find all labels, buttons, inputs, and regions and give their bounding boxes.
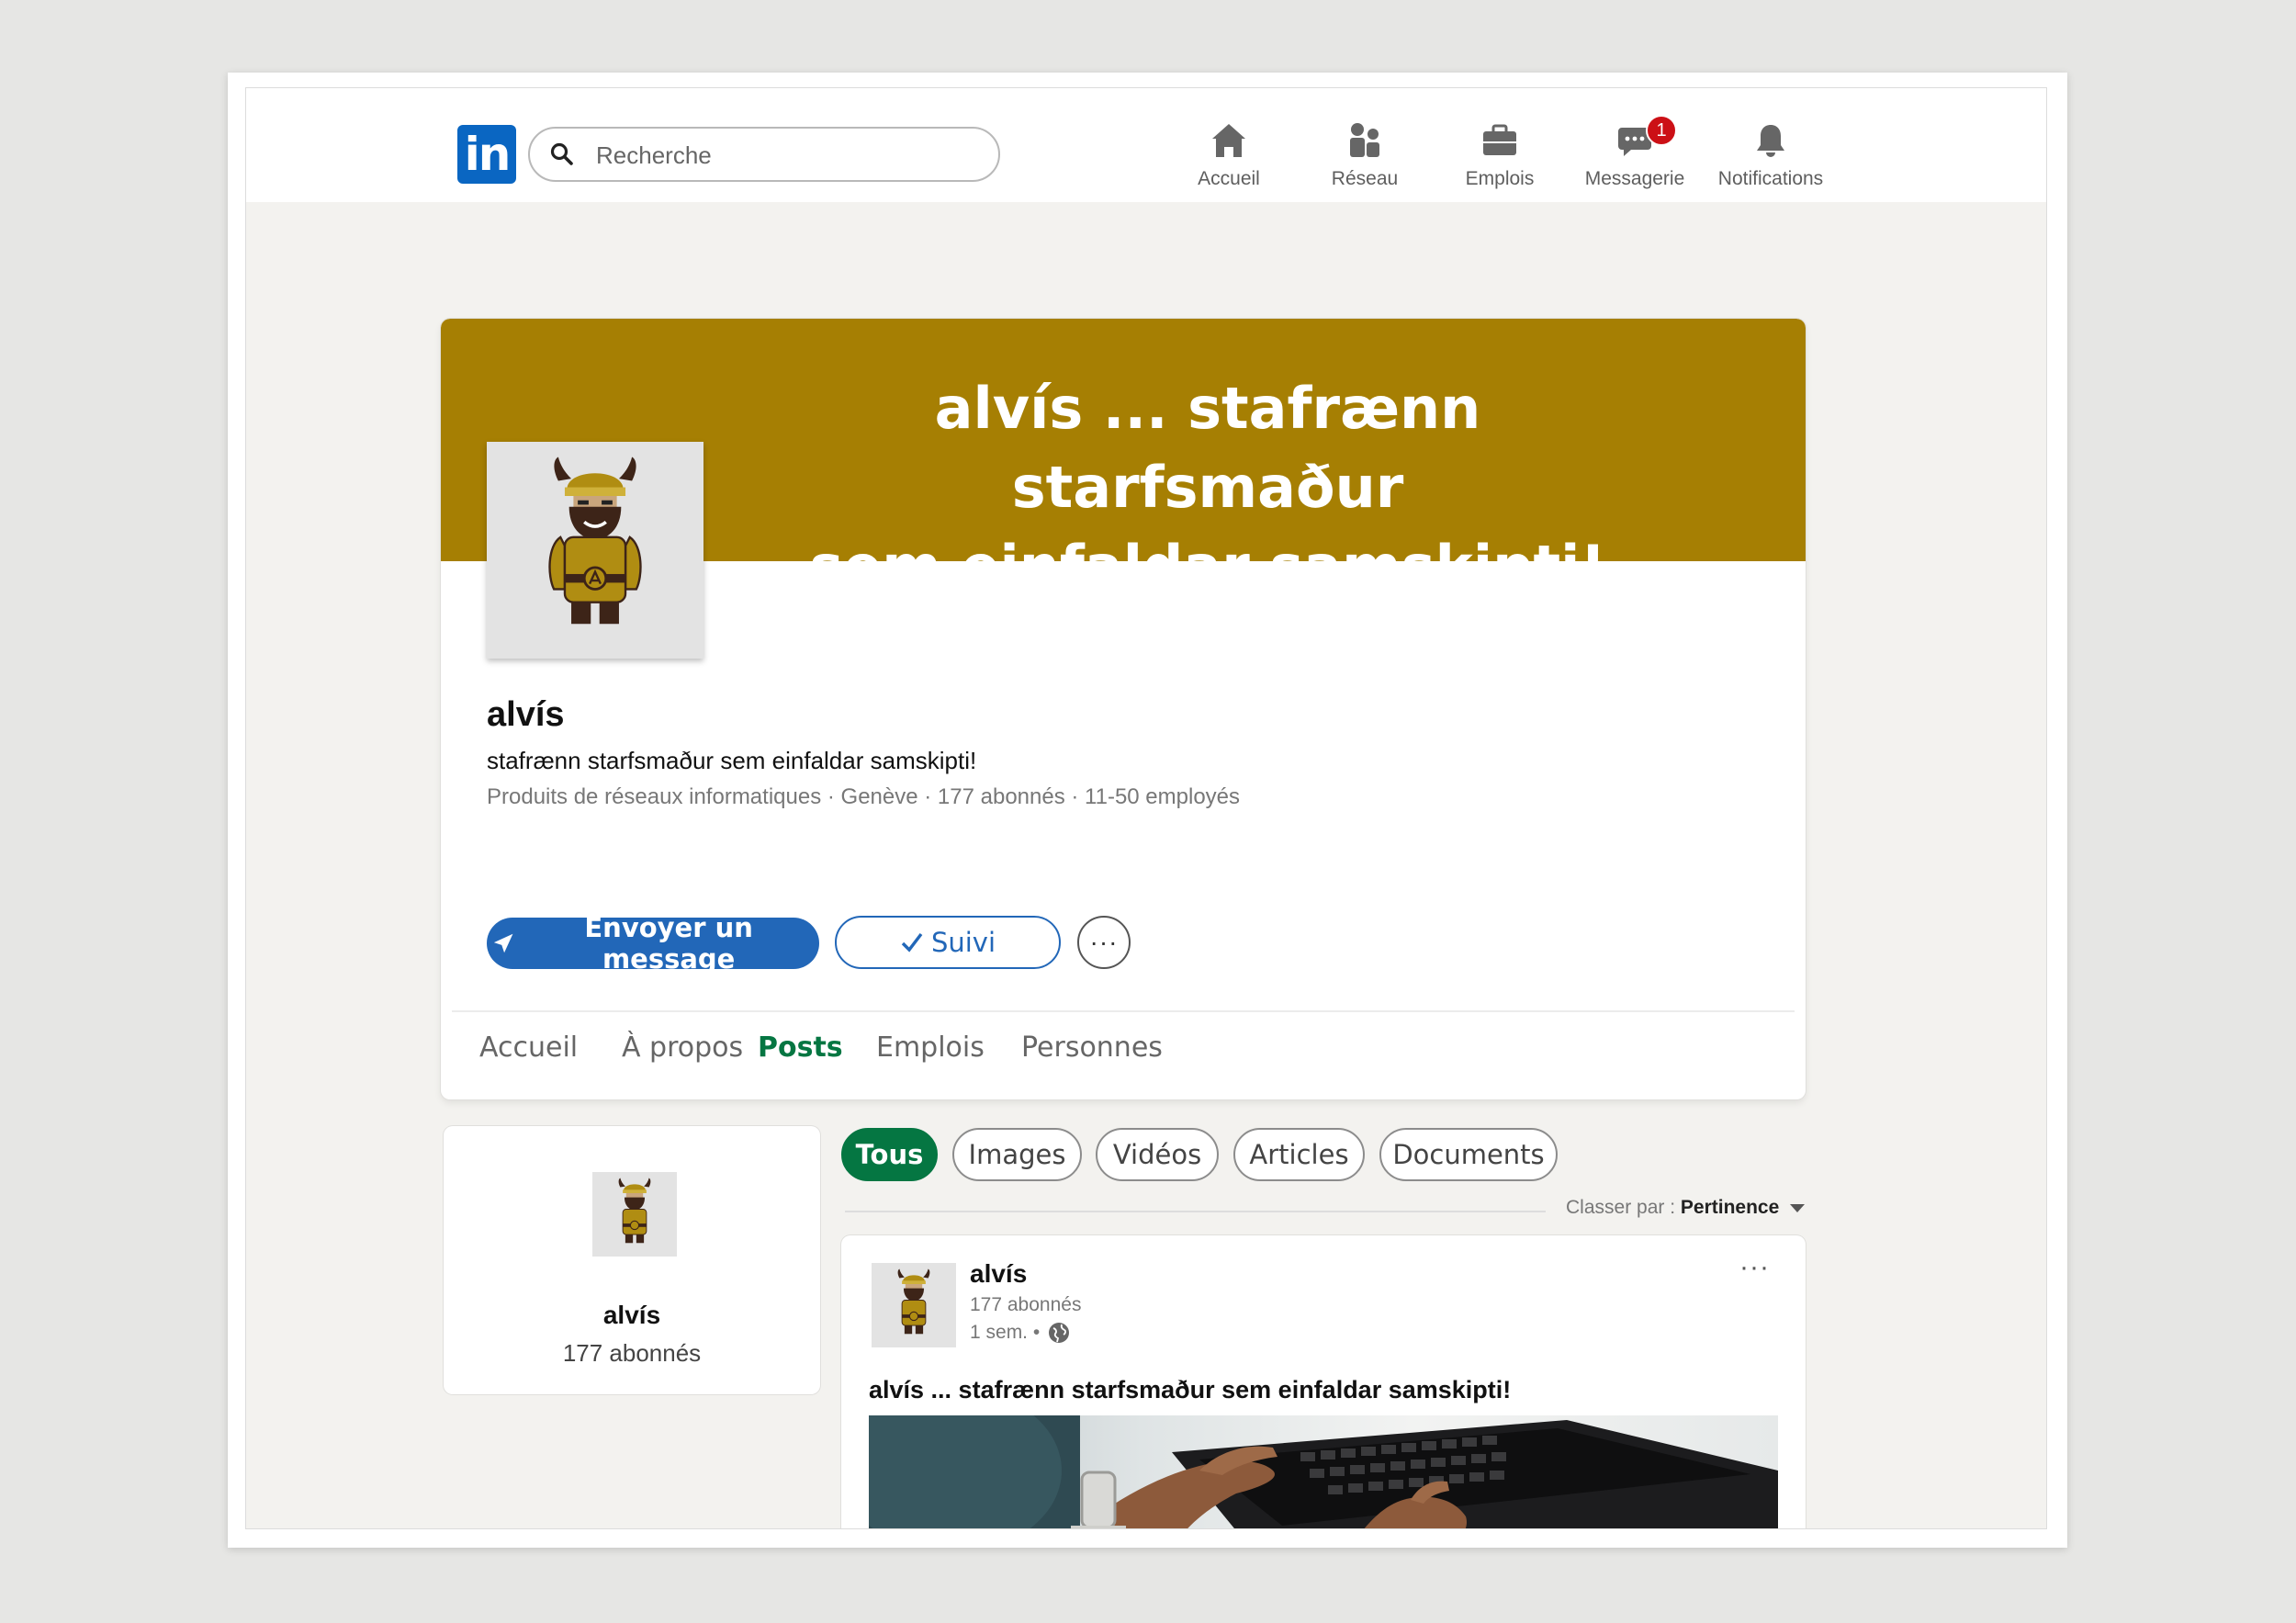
company-profile-card: alvís ... stafrænn starfsmaður sem einfa… (441, 319, 1806, 1099)
nav-label: Emplois (1465, 168, 1535, 189)
globe-icon (1049, 1323, 1070, 1343)
nav-item-jobs[interactable]: Emplois (1435, 120, 1564, 194)
viking-mascot-icon (897, 1268, 930, 1335)
top-nav: in Accueil Réseau (246, 88, 2046, 202)
linkedin-logo[interactable]: in (457, 125, 516, 184)
tab-posts[interactable]: Posts (758, 1031, 843, 1064)
banner-text: alvís ... stafrænn starfsmaður sem einfa… (744, 369, 1671, 606)
summary-name[interactable]: alvís (444, 1301, 820, 1330)
linkedin-page: in Accueil Réseau (245, 87, 2047, 1529)
sort-label: Classer par : (1566, 1197, 1676, 1218)
company-tagline: stafrænn starfsmaður sem einfaldar samsk… (487, 747, 977, 774)
nav-item-notifications[interactable]: Notifications (1706, 120, 1835, 194)
company-logo-small[interactable] (592, 1172, 677, 1257)
post-author-avatar[interactable] (872, 1263, 956, 1347)
summary-followers: 177 abonnés (562, 1339, 702, 1367)
tab-about[interactable]: À propos (622, 1031, 743, 1064)
notification-badge: 1 (1646, 115, 1677, 146)
send-message-button[interactable]: Envoyer un message (487, 912, 819, 975)
nav-item-messaging[interactable]: 1 Messagerie (1570, 115, 1699, 194)
banner-line: sem einfaldar samskipti! (809, 533, 1606, 600)
tab-people[interactable]: Personnes (1021, 1031, 1163, 1064)
search-icon (550, 142, 573, 165)
tab-jobs[interactable]: Emplois (876, 1031, 985, 1064)
sort-value: Pertinence (1680, 1197, 1780, 1218)
laptop-typing-photo (869, 1415, 1778, 1528)
search-input[interactable] (594, 136, 984, 175)
filter-images[interactable]: Images (952, 1128, 1082, 1181)
briefcase-icon (1483, 124, 1516, 155)
nav-item-network[interactable]: Réseau (1300, 120, 1429, 194)
post-time-text: 1 sem. • (970, 1322, 1041, 1343)
post-author-followers: 177 abonnés (970, 1294, 1082, 1315)
post-timestamp: 1 sem. • (970, 1321, 1071, 1345)
company-summary-card: alvís 177 abonnés (444, 1126, 820, 1394)
home-icon (1212, 124, 1245, 157)
post-more-options[interactable]: ··· (1739, 1252, 1770, 1283)
company-logo[interactable] (487, 442, 703, 659)
nav-label: Réseau (1331, 168, 1399, 189)
filter-documents[interactable]: Documents (1379, 1128, 1558, 1181)
send-icon (493, 933, 513, 953)
divider (452, 1010, 1795, 1012)
filter-articles[interactable]: Articles (1233, 1128, 1365, 1181)
nav-label: Notifications (1717, 168, 1824, 189)
following-label: Suivi (930, 927, 996, 958)
nav-label: Accueil (1198, 168, 1260, 189)
post-card: alvís 177 abonnés 1 sem. • ··· alvís ...… (841, 1235, 1806, 1528)
nav-label: Messagerie (1584, 168, 1685, 189)
caret-down-icon (1790, 1203, 1806, 1212)
sort-control[interactable]: Classer par : Pertinence (1566, 1197, 1806, 1219)
check-icon (901, 932, 923, 952)
filter-all[interactable]: Tous (841, 1128, 938, 1181)
banner-line: alvís ... stafrænn starfsmaður (934, 375, 1481, 521)
bell-icon (1757, 125, 1784, 157)
following-button[interactable]: Suivi (835, 916, 1061, 969)
filter-videos[interactable]: Vidéos (1096, 1128, 1219, 1181)
send-message-label: Envoyer un message (584, 912, 753, 975)
nav-item-home[interactable]: Accueil (1165, 120, 1293, 194)
viking-mascot-icon (618, 1178, 651, 1244)
company-name: alvís (487, 695, 565, 734)
post-text: alvís ... stafrænn starfsmaður sem einfa… (869, 1376, 1512, 1403)
viking-mascot-icon (548, 456, 642, 625)
post-image[interactable] (869, 1415, 1778, 1528)
tab-home[interactable]: Accueil (479, 1031, 578, 1064)
post-author-name[interactable]: alvís (970, 1259, 1027, 1289)
search-box[interactable] (528, 127, 1000, 182)
company-meta: Produits de réseaux informatiques · Genè… (487, 784, 1241, 809)
network-icon (1350, 123, 1379, 157)
divider (845, 1211, 1546, 1212)
more-options-button[interactable]: ··· (1077, 916, 1131, 969)
